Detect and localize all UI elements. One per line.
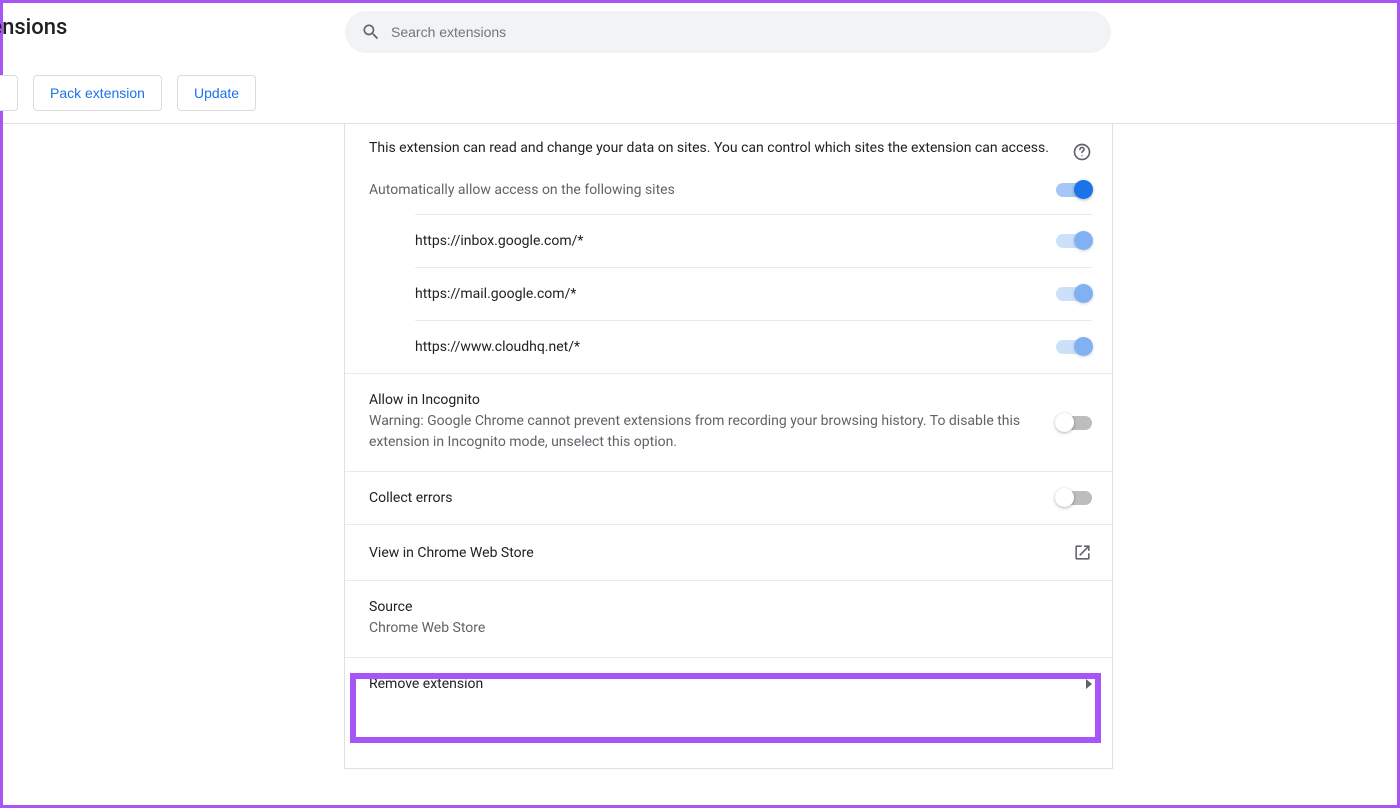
auto-allow-row: Automatically allow access on the follow… xyxy=(345,162,1112,214)
open-in-new-icon xyxy=(1073,543,1092,562)
site-list: https://inbox.google.com/* https://mail.… xyxy=(345,214,1112,373)
top-bar: tensions Pack extension Update xyxy=(3,3,1397,124)
action-buttons: Pack extension Update xyxy=(0,75,256,111)
remove-extension-row[interactable]: Remove extension xyxy=(345,657,1112,710)
web-store-row[interactable]: View in Chrome Web Store xyxy=(345,524,1112,580)
source-label: Source xyxy=(369,599,1092,615)
site-toggle[interactable] xyxy=(1056,287,1092,301)
source-row: Source Chrome Web Store xyxy=(345,580,1112,657)
site-toggle[interactable] xyxy=(1056,234,1092,248)
extension-details-panel: This extension can read and change your … xyxy=(344,124,1113,769)
help-icon[interactable] xyxy=(1072,142,1092,162)
collect-errors-label: Collect errors xyxy=(369,490,452,506)
search-icon xyxy=(361,22,381,42)
site-row: https://inbox.google.com/* xyxy=(415,214,1092,267)
search-input[interactable] xyxy=(391,24,1095,40)
incognito-warning: Warning: Google Chrome cannot prevent ex… xyxy=(369,411,1036,453)
site-url: https://mail.google.com/* xyxy=(415,286,576,302)
update-button[interactable]: Update xyxy=(177,75,256,111)
auto-allow-toggle[interactable] xyxy=(1056,183,1092,197)
web-store-label: View in Chrome Web Store xyxy=(369,545,534,561)
panel-padding xyxy=(345,710,1112,768)
site-toggle[interactable] xyxy=(1056,340,1092,354)
site-access-description: This extension can read and change your … xyxy=(369,138,1054,159)
incognito-title: Allow in Incognito xyxy=(369,392,1036,408)
partial-button[interactable] xyxy=(0,75,18,111)
source-value: Chrome Web Store xyxy=(369,618,1092,639)
incognito-row: Allow in Incognito Warning: Google Chrom… xyxy=(345,373,1112,471)
site-url: https://www.cloudhq.net/* xyxy=(415,339,580,355)
site-row: https://mail.google.com/* xyxy=(415,267,1092,320)
collect-errors-row: Collect errors xyxy=(345,471,1112,524)
pack-extension-button[interactable]: Pack extension xyxy=(33,75,162,111)
auto-allow-label: Automatically allow access on the follow… xyxy=(369,182,675,198)
incognito-toggle[interactable] xyxy=(1056,416,1092,430)
chevron-right-icon xyxy=(1086,679,1092,689)
page-title: tensions xyxy=(0,15,67,40)
site-row: https://www.cloudhq.net/* xyxy=(415,320,1092,373)
collect-errors-toggle[interactable] xyxy=(1056,491,1092,505)
search-field[interactable] xyxy=(345,11,1111,53)
site-url: https://inbox.google.com/* xyxy=(415,233,583,249)
remove-extension-label: Remove extension xyxy=(369,676,483,692)
site-access-section: This extension can read and change your … xyxy=(345,124,1112,162)
